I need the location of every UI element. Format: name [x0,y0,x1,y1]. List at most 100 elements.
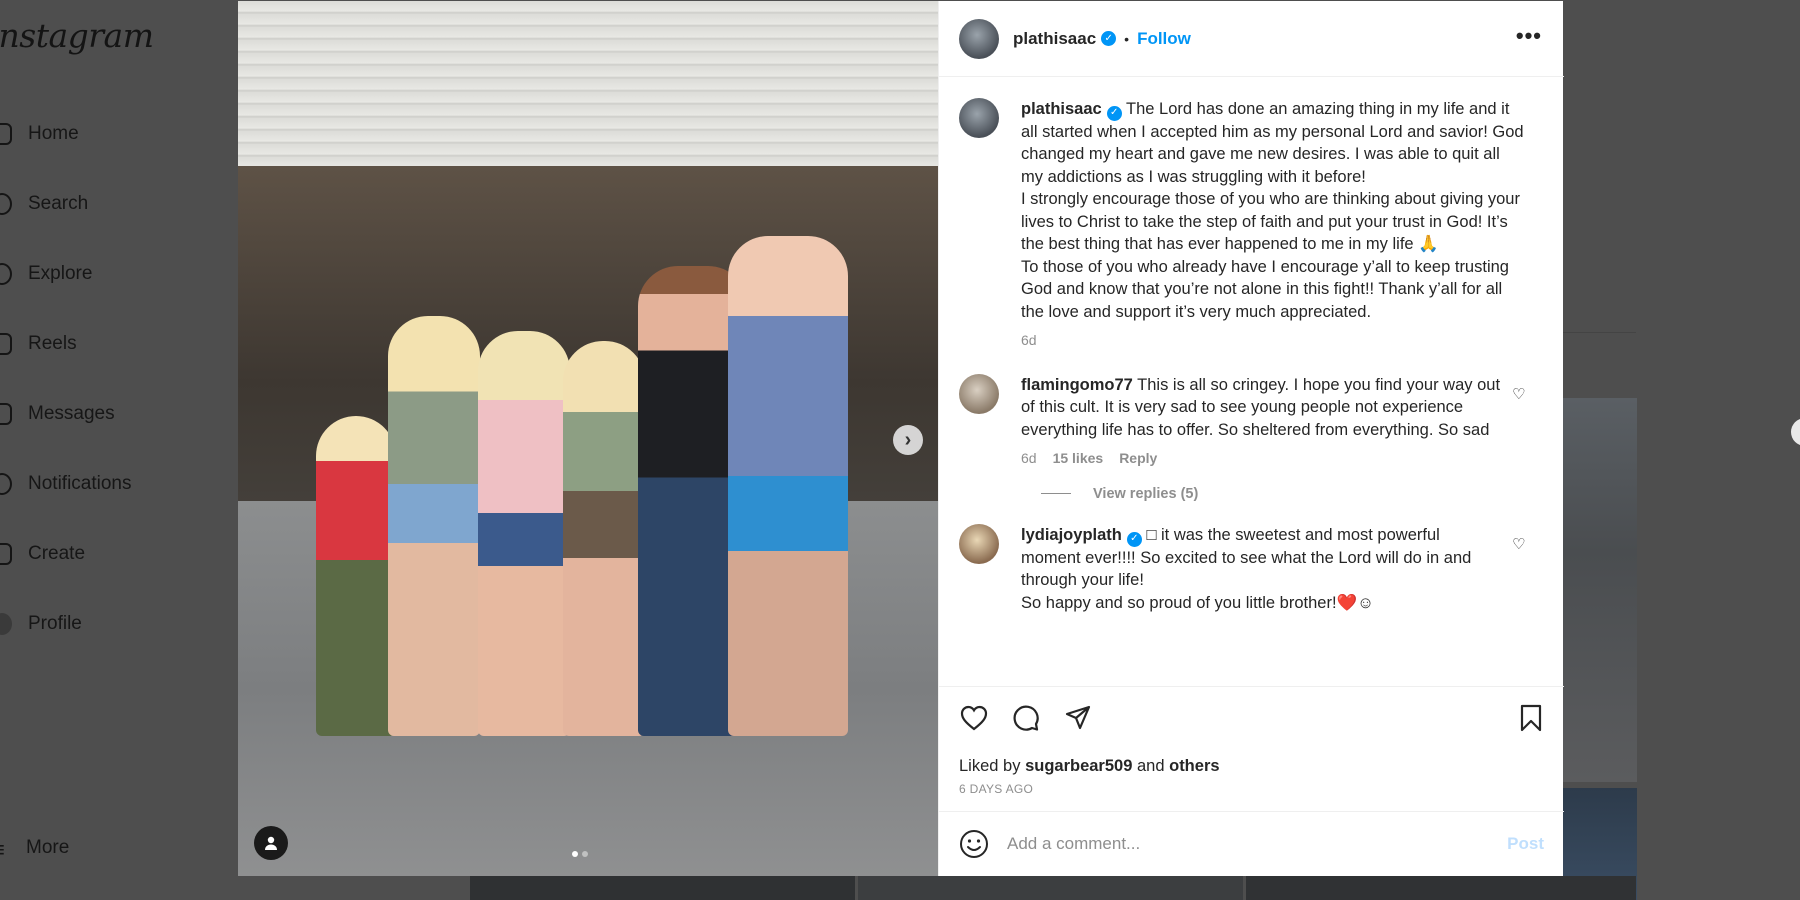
home-icon [0,123,12,145]
bookmark-icon [1520,704,1542,732]
add-comment-bar: Post [939,811,1564,876]
avatar[interactable] [959,98,999,138]
like-comment-heart-icon[interactable]: ♡ [1512,537,1526,552]
avatar[interactable] [959,18,999,59]
comment-icon [1013,705,1039,731]
person [728,236,848,736]
comment-username[interactable]: flamingomo77 [1021,376,1133,394]
view-replies-button[interactable]: View replies (5) [1041,486,1524,502]
carousel-dot [582,851,588,857]
sidebar-item-reels[interactable]: Reels [0,324,77,364]
comment-timestamp[interactable]: 6d [1021,447,1037,470]
post-details-panel: plathisaac ✓ • Follow ••• plathisaac ✓ Th… [938,1,1564,876]
view-replies-label: View replies (5) [1093,485,1199,502]
user-icon [265,836,277,850]
send-icon [0,403,12,425]
person [316,416,396,736]
sidebar-item-notifications[interactable]: Notifications [0,464,132,504]
liked-by-prefix: Liked by [959,757,1021,775]
carousel-dot [572,851,578,857]
comment: lydiajoyplath ✓ □ it was the sweetest and… [959,523,1526,614]
comment-input[interactable] [1007,834,1487,854]
liked-by-user[interactable]: sugarbear509 [1025,757,1132,775]
post-modal: › plathisaac ✓ • Follow ••• plathisaac ✓ … [238,1,1564,876]
sidebar-item-label: Create [28,543,86,564]
avatar[interactable] [959,523,999,564]
reels-icon [0,333,12,355]
save-button[interactable] [1516,703,1546,733]
caption-timestamp[interactable]: 6d [1021,329,1037,352]
sidebar-item-home[interactable]: Home [0,114,79,154]
sidebar-item-label: Messages [28,403,115,424]
person [388,316,480,736]
background-thumbnail[interactable] [1246,876,1636,900]
sidebar-item-label: More [26,837,70,858]
liked-by: Liked by sugarbear509 and others [959,757,1220,776]
sidebar: Instagram Home Search Explore Reels Mess… [0,0,240,900]
menu-icon [0,837,10,859]
plus-square-icon [0,543,12,565]
person [478,331,570,736]
post-actions: Liked by sugarbear509 and others 6 DAYS … [939,686,1564,811]
background-thumbnail[interactable] [1561,398,1637,782]
heart-icon [0,473,12,495]
background-thumbnail[interactable] [470,876,855,900]
sidebar-item-label: Home [28,123,79,144]
verified-badge-icon: ✓ [1106,105,1122,121]
carousel-next-button[interactable]: › [893,425,923,455]
like-button[interactable] [959,703,989,733]
emoji-icon[interactable] [959,829,989,859]
more-options-icon[interactable]: ••• [1516,23,1542,49]
reply-button[interactable]: Reply [1119,447,1157,470]
search-icon [0,193,12,215]
send-icon [1065,705,1091,730]
garage-door [238,1,938,166]
comment-button[interactable] [1011,703,1041,733]
post-header: plathisaac ✓ • Follow ••• [939,1,1564,77]
post-username[interactable]: plathisaac [1013,29,1096,49]
caption: plathisaac ✓ The Lord has done an amazing… [959,98,1524,352]
caption-username[interactable]: plathisaac [1021,100,1102,118]
liked-by-and: and [1136,757,1165,775]
separator-dot: • [1124,30,1130,47]
comment: flamingomo77 This is all so cringey. I h… [959,373,1526,470]
share-button[interactable] [1063,703,1093,733]
comment-likes[interactable]: 15 likes [1053,447,1104,470]
sidebar-item-label: Reels [28,333,77,354]
verified-badge-icon: ✓ [1126,531,1142,547]
caption-text: I strongly encourage those of you who ar… [1021,190,1520,254]
avatar[interactable] [959,373,999,414]
sidebar-item-messages[interactable]: Messages [0,394,115,434]
person [563,341,645,736]
post-comment-button[interactable]: Post [1507,834,1544,854]
sidebar-item-more[interactable]: More [0,828,69,868]
tagged-users-button[interactable] [254,826,288,860]
sidebar-item-create[interactable]: Create [0,534,85,574]
sidebar-item-explore[interactable]: Explore [0,254,92,294]
sidebar-item-label: Profile [28,613,82,634]
sidebar-item-profile[interactable]: Profile [0,604,82,644]
sidebar-item-label: Explore [28,263,93,284]
next-post-button[interactable] [1791,418,1800,446]
caption-text: To those of you who already have I encou… [1021,257,1509,321]
compass-icon [0,263,12,285]
like-comment-heart-icon[interactable]: ♡ [1512,387,1526,402]
heart-icon [960,705,988,731]
post-photo[interactable]: › [238,1,938,876]
chevron-right-icon: › [904,428,912,451]
sidebar-item-label: Search [28,193,89,214]
comment-text: So happy and so proud of you little brot… [1021,593,1374,612]
avatar [0,613,12,635]
sidebar-item-label: Notifications [28,473,132,494]
follow-button[interactable]: Follow [1137,29,1191,49]
verified-badge-icon: ✓ [1101,31,1117,46]
instagram-logo[interactable]: Instagram [0,16,154,55]
comments-list[interactable]: plathisaac ✓ The Lord has done an amazing… [939,78,1564,686]
background-thumbnail[interactable] [858,876,1243,900]
sidebar-item-search[interactable]: Search [0,184,88,224]
replies-line [1041,493,1071,495]
carousel-indicator [572,851,588,857]
liked-by-others[interactable]: others [1169,757,1219,775]
comment-username[interactable]: lydiajoyplath [1021,526,1122,544]
post-date[interactable]: 6 DAYS AGO [959,782,1033,796]
